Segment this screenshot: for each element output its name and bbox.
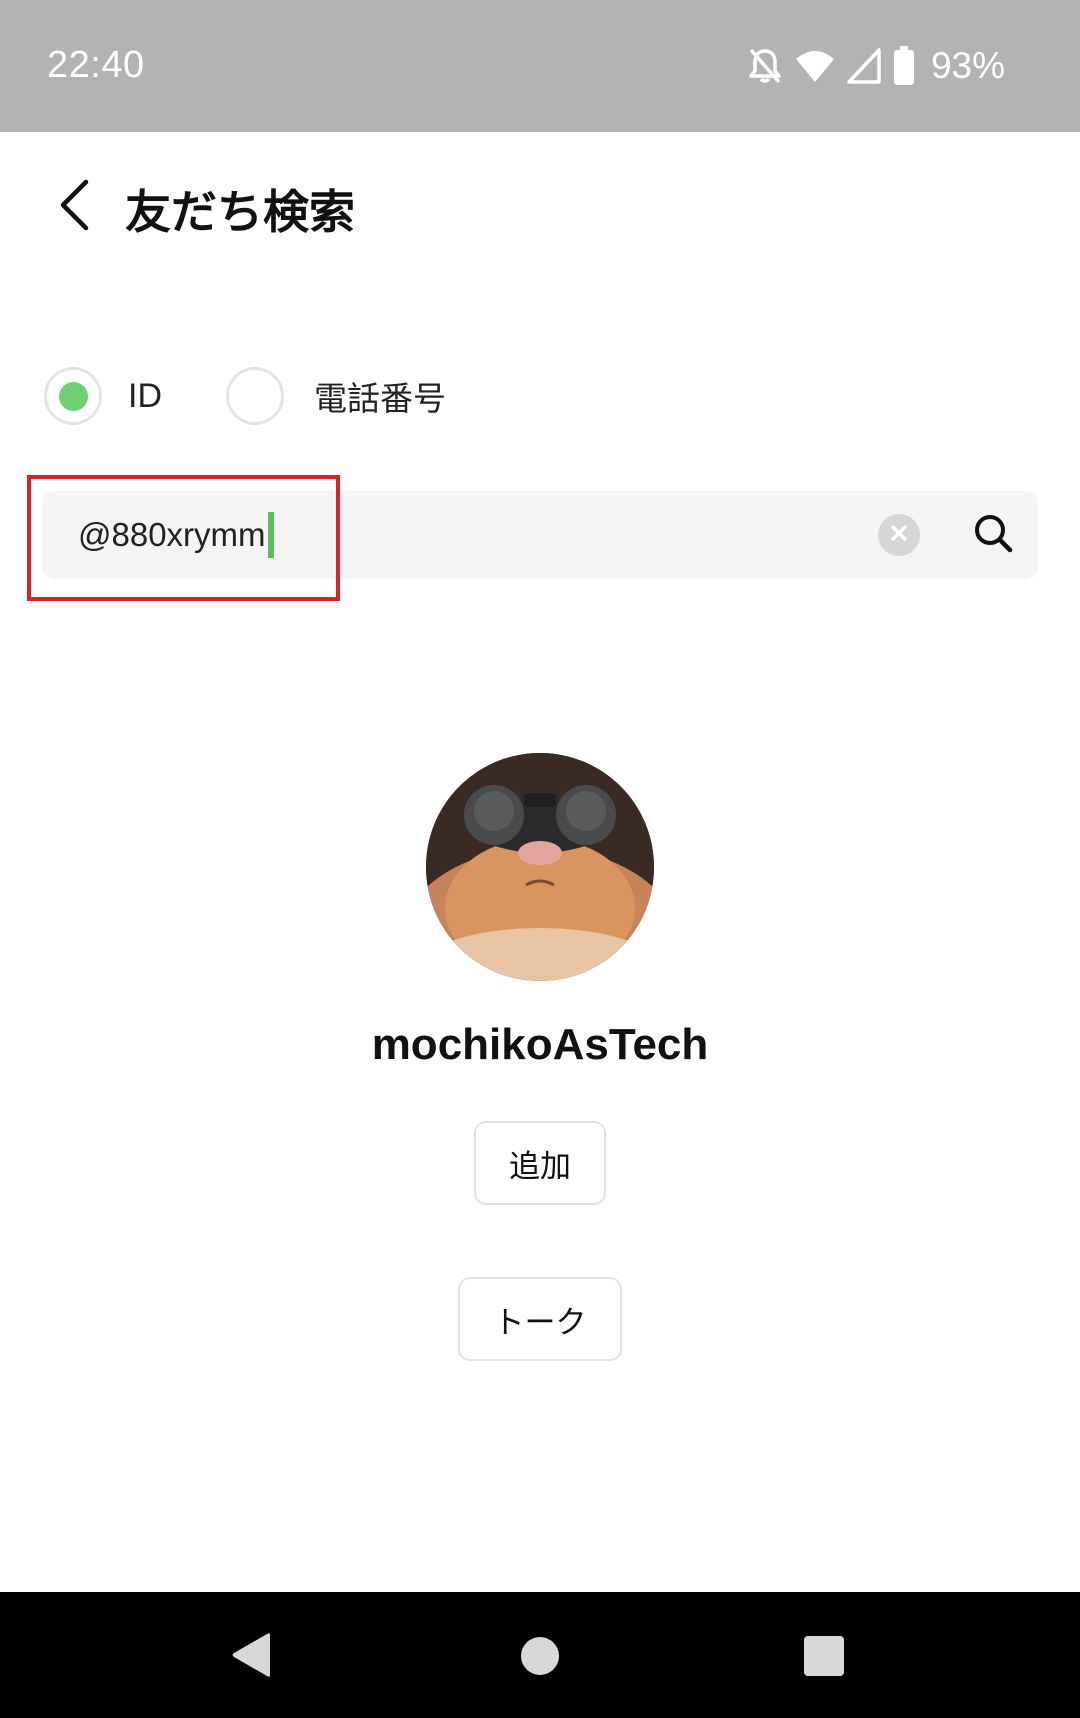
status-icons: 93% — [747, 44, 1005, 88]
status-time: 22:40 — [47, 44, 145, 86]
search-icon — [972, 512, 1014, 558]
screen: 22:40 93% 友だち検索 ID 電話番号 @880xrymm mochik… — [0, 0, 1080, 1718]
page-title: 友だち検索 — [125, 185, 355, 239]
back-button[interactable] — [44, 172, 104, 242]
close-icon — [890, 524, 908, 546]
nav-home-icon[interactable] — [521, 1637, 559, 1675]
radio-label-id: ID — [128, 376, 162, 415]
battery-percentage: 93% — [930, 45, 1005, 86]
radio-option-id[interactable]: ID — [44, 367, 162, 425]
notifications-off-icon — [747, 46, 783, 86]
talk-button[interactable]: トーク — [458, 1277, 622, 1361]
clear-button[interactable] — [878, 514, 920, 556]
nav-recents-icon[interactable] — [804, 1636, 844, 1676]
app-header: 友だち検索 — [0, 132, 1080, 282]
wifi-icon — [795, 48, 835, 84]
status-bar: 22:40 93% — [0, 0, 1080, 132]
cell-signal-icon — [847, 48, 881, 84]
avatar[interactable] — [426, 753, 654, 981]
radio-button-phone[interactable] — [226, 367, 284, 425]
nav-back-icon[interactable] — [230, 1632, 272, 1682]
search-button[interactable] — [967, 509, 1019, 561]
add-friend-button[interactable]: 追加 — [474, 1121, 606, 1205]
system-navigation-bar — [0, 1592, 1080, 1718]
battery-icon — [893, 46, 915, 86]
radio-label-phone: 電話番号 — [314, 379, 446, 418]
radio-selected-dot — [58, 381, 88, 411]
annotation-highlight-box — [27, 475, 340, 601]
chevron-left-icon — [57, 178, 91, 236]
search-type-selector: ID 電話番号 — [44, 367, 446, 425]
profile-name: mochikoAsTech — [371, 1020, 709, 1069]
radio-option-phone[interactable]: 電話番号 — [226, 367, 446, 425]
radio-button-id[interactable] — [44, 367, 102, 425]
